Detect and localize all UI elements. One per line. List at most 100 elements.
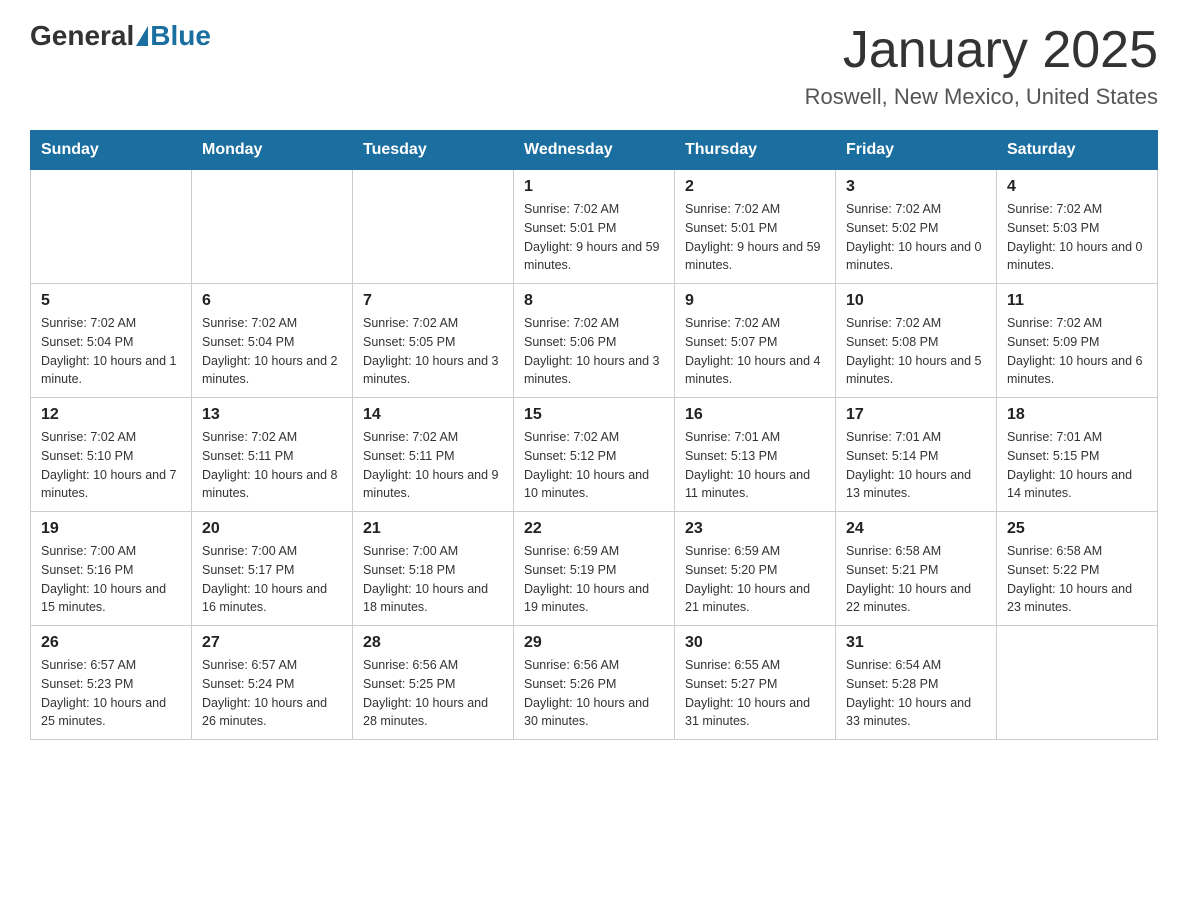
day-info: Sunrise: 6:55 AM Sunset: 5:27 PM Dayligh… [685, 656, 825, 731]
calendar-day-cell: 17 Sunrise: 7:01 AM Sunset: 5:14 PM Dayli… [836, 398, 997, 512]
day-of-week-header: Sunday [31, 131, 192, 170]
calendar-day-cell: 31 Sunrise: 6:54 AM Sunset: 5:28 PM Dayli… [836, 626, 997, 740]
calendar-week-row: 26 Sunrise: 6:57 AM Sunset: 5:23 PM Dayli… [31, 626, 1158, 740]
page-header: General Blue January 2025 Roswell, New M… [30, 20, 1158, 110]
calendar-day-cell: 13 Sunrise: 7:02 AM Sunset: 5:11 PM Dayli… [192, 398, 353, 512]
day-info: Sunrise: 7:01 AM Sunset: 5:14 PM Dayligh… [846, 428, 986, 503]
day-number: 16 [685, 406, 825, 424]
day-number: 12 [41, 406, 181, 424]
logo-text: General Blue [30, 20, 211, 52]
logo-general-text: General [30, 20, 134, 52]
day-info: Sunrise: 6:59 AM Sunset: 5:19 PM Dayligh… [524, 542, 664, 617]
day-of-week-header: Thursday [675, 131, 836, 170]
day-info: Sunrise: 7:02 AM Sunset: 5:10 PM Dayligh… [41, 428, 181, 503]
logo: General Blue [30, 20, 211, 52]
calendar-day-cell [192, 170, 353, 284]
day-info: Sunrise: 6:54 AM Sunset: 5:28 PM Dayligh… [846, 656, 986, 731]
day-number: 13 [202, 406, 342, 424]
calendar-day-cell: 23 Sunrise: 6:59 AM Sunset: 5:20 PM Dayli… [675, 512, 836, 626]
day-number: 19 [41, 520, 181, 538]
day-number: 31 [846, 634, 986, 652]
day-number: 25 [1007, 520, 1147, 538]
calendar-day-cell: 15 Sunrise: 7:02 AM Sunset: 5:12 PM Dayli… [514, 398, 675, 512]
day-info: Sunrise: 6:58 AM Sunset: 5:21 PM Dayligh… [846, 542, 986, 617]
day-number: 4 [1007, 178, 1147, 196]
calendar-day-cell: 18Sunrise: 7:01 AM Sunset: 5:15 PM Dayli… [997, 398, 1158, 512]
calendar-week-row: 19 Sunrise: 7:00 AM Sunset: 5:16 PM Dayli… [31, 512, 1158, 626]
day-info: Sunrise: 7:02 AM Sunset: 5:12 PM Dayligh… [524, 428, 664, 503]
day-of-week-header: Saturday [997, 131, 1158, 170]
day-info: Sunrise: 6:58 AM Sunset: 5:22 PM Dayligh… [1007, 542, 1147, 617]
day-of-week-header: Monday [192, 131, 353, 170]
calendar-day-cell: 12 Sunrise: 7:02 AM Sunset: 5:10 PM Dayli… [31, 398, 192, 512]
day-info: Sunrise: 7:02 AM Sunset: 5:02 PM Dayligh… [846, 200, 986, 275]
calendar-day-cell: 5Sunrise: 7:02 AM Sunset: 5:04 PM Daylig… [31, 284, 192, 398]
calendar-day-cell: 1 Sunrise: 7:02 AM Sunset: 5:01 PM Daylig… [514, 170, 675, 284]
day-number: 7 [363, 292, 503, 310]
calendar-day-cell: 16 Sunrise: 7:01 AM Sunset: 5:13 PM Dayli… [675, 398, 836, 512]
day-of-week-header: Friday [836, 131, 997, 170]
day-number: 24 [846, 520, 986, 538]
day-info: Sunrise: 7:02 AM Sunset: 5:03 PM Dayligh… [1007, 200, 1147, 275]
calendar-day-cell [31, 170, 192, 284]
day-number: 27 [202, 634, 342, 652]
calendar-table: SundayMondayTuesdayWednesdayThursdayFrid… [30, 130, 1158, 740]
day-info: Sunrise: 6:57 AM Sunset: 5:23 PM Dayligh… [41, 656, 181, 731]
day-info: Sunrise: 6:57 AM Sunset: 5:24 PM Dayligh… [202, 656, 342, 731]
day-number: 3 [846, 178, 986, 196]
day-info: Sunrise: 7:02 AM Sunset: 5:09 PM Dayligh… [1007, 314, 1147, 389]
day-info: Sunrise: 7:02 AM Sunset: 5:04 PM Dayligh… [202, 314, 342, 389]
calendar-day-cell: 30 Sunrise: 6:55 AM Sunset: 5:27 PM Dayli… [675, 626, 836, 740]
day-number: 28 [363, 634, 503, 652]
days-header-row: SundayMondayTuesdayWednesdayThursdayFrid… [31, 131, 1158, 170]
day-number: 23 [685, 520, 825, 538]
day-number: 1 [524, 178, 664, 196]
calendar-day-cell: 22 Sunrise: 6:59 AM Sunset: 5:19 PM Dayli… [514, 512, 675, 626]
day-number: 10 [846, 292, 986, 310]
day-number: 8 [524, 292, 664, 310]
calendar-day-cell: 26 Sunrise: 6:57 AM Sunset: 5:23 PM Dayli… [31, 626, 192, 740]
day-number: 22 [524, 520, 664, 538]
calendar-day-cell: 11Sunrise: 7:02 AM Sunset: 5:09 PM Dayli… [997, 284, 1158, 398]
day-info: Sunrise: 6:59 AM Sunset: 5:20 PM Dayligh… [685, 542, 825, 617]
calendar-day-cell: 19 Sunrise: 7:00 AM Sunset: 5:16 PM Dayli… [31, 512, 192, 626]
day-number: 29 [524, 634, 664, 652]
day-number: 15 [524, 406, 664, 424]
calendar-day-cell: 2Sunrise: 7:02 AM Sunset: 5:01 PM Daylig… [675, 170, 836, 284]
day-info: Sunrise: 7:02 AM Sunset: 5:01 PM Dayligh… [524, 200, 664, 275]
calendar-day-cell: 6 Sunrise: 7:02 AM Sunset: 5:04 PM Daylig… [192, 284, 353, 398]
calendar-day-cell: 28Sunrise: 6:56 AM Sunset: 5:25 PM Dayli… [353, 626, 514, 740]
calendar-day-cell: 29Sunrise: 6:56 AM Sunset: 5:26 PM Dayli… [514, 626, 675, 740]
calendar-week-row: 12 Sunrise: 7:02 AM Sunset: 5:10 PM Dayli… [31, 398, 1158, 512]
day-of-week-header: Wednesday [514, 131, 675, 170]
day-info: Sunrise: 7:01 AM Sunset: 5:15 PM Dayligh… [1007, 428, 1147, 503]
logo-blue-part: Blue [134, 20, 211, 52]
day-info: Sunrise: 7:00 AM Sunset: 5:18 PM Dayligh… [363, 542, 503, 617]
calendar-day-cell [353, 170, 514, 284]
calendar-week-row: 5Sunrise: 7:02 AM Sunset: 5:04 PM Daylig… [31, 284, 1158, 398]
day-info: Sunrise: 7:00 AM Sunset: 5:16 PM Dayligh… [41, 542, 181, 617]
calendar-day-cell: 21 Sunrise: 7:00 AM Sunset: 5:18 PM Dayli… [353, 512, 514, 626]
calendar-day-cell: 4 Sunrise: 7:02 AM Sunset: 5:03 PM Daylig… [997, 170, 1158, 284]
calendar-day-cell: 20Sunrise: 7:00 AM Sunset: 5:17 PM Dayli… [192, 512, 353, 626]
calendar-day-cell: 24 Sunrise: 6:58 AM Sunset: 5:21 PM Dayli… [836, 512, 997, 626]
calendar-day-cell: 7Sunrise: 7:02 AM Sunset: 5:05 PM Daylig… [353, 284, 514, 398]
location-subtitle: Roswell, New Mexico, United States [805, 84, 1158, 110]
calendar-day-cell: 14Sunrise: 7:02 AM Sunset: 5:11 PM Dayli… [353, 398, 514, 512]
day-number: 6 [202, 292, 342, 310]
day-of-week-header: Tuesday [353, 131, 514, 170]
day-info: Sunrise: 7:02 AM Sunset: 5:11 PM Dayligh… [202, 428, 342, 503]
title-area: January 2025 Roswell, New Mexico, United… [805, 20, 1158, 110]
month-title: January 2025 [805, 20, 1158, 80]
day-info: Sunrise: 7:02 AM Sunset: 5:08 PM Dayligh… [846, 314, 986, 389]
calendar-day-cell: 9Sunrise: 7:02 AM Sunset: 5:07 PM Daylig… [675, 284, 836, 398]
day-info: Sunrise: 7:01 AM Sunset: 5:13 PM Dayligh… [685, 428, 825, 503]
day-number: 30 [685, 634, 825, 652]
day-number: 26 [41, 634, 181, 652]
day-number: 17 [846, 406, 986, 424]
day-number: 21 [363, 520, 503, 538]
day-info: Sunrise: 7:02 AM Sunset: 5:04 PM Dayligh… [41, 314, 181, 389]
day-info: Sunrise: 7:02 AM Sunset: 5:07 PM Dayligh… [685, 314, 825, 389]
calendar-day-cell: 27 Sunrise: 6:57 AM Sunset: 5:24 PM Dayli… [192, 626, 353, 740]
calendar-day-cell: 25 Sunrise: 6:58 AM Sunset: 5:22 PM Dayli… [997, 512, 1158, 626]
